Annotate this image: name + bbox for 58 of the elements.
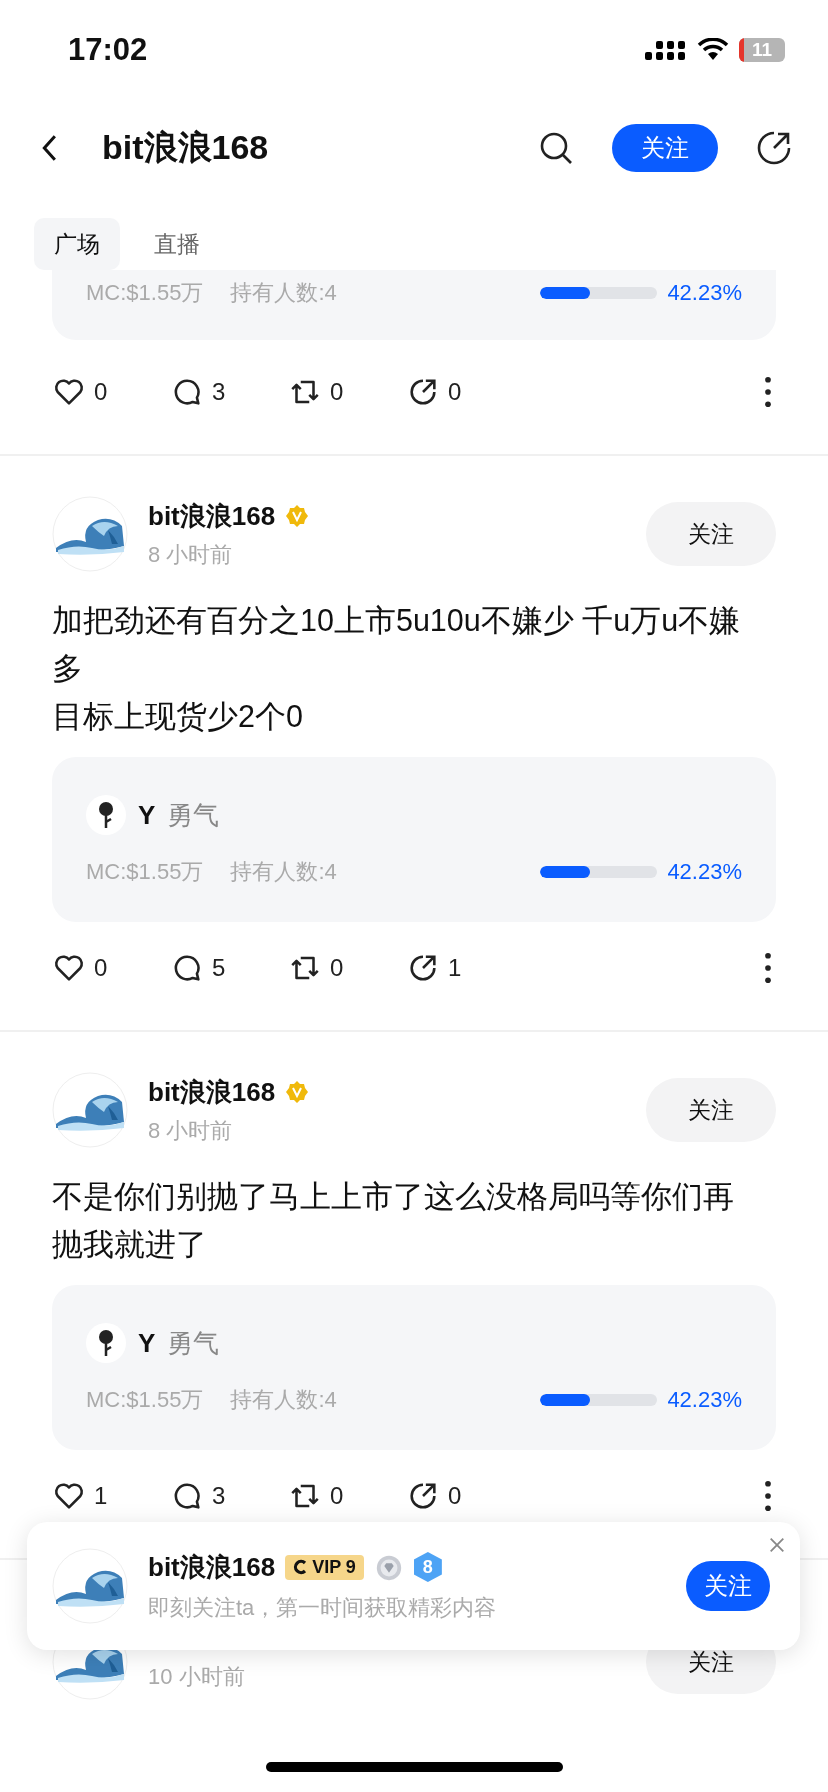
- tab[interactable]: 广场: [34, 218, 120, 270]
- progress-percent: 42.23%: [667, 859, 742, 885]
- follow-button[interactable]: 关注: [686, 1561, 770, 1611]
- token-card[interactable]: MC:$1.55万 持有人数:4 42.23%: [52, 270, 776, 340]
- more-icon[interactable]: [764, 375, 772, 409]
- author-name[interactable]: bit浪浪168: [148, 1074, 276, 1110]
- holders-text: 持有人数:4: [230, 858, 338, 886]
- close-icon[interactable]: [768, 1536, 786, 1554]
- signal-icon: [645, 38, 687, 62]
- vip-badge: VIP 9: [285, 1554, 364, 1580]
- follow-prompt: 即刻关注ta，第一时间获取精彩内容: [148, 1593, 498, 1622]
- post-text: 加把劲还有百分之10上市5u10u不嫌少 千u万u不嫌多: [52, 602, 742, 687]
- level-badge: 8: [413, 1552, 442, 1582]
- like-button[interactable]: 0: [52, 375, 170, 409]
- token-symbol: Y: [138, 799, 156, 831]
- share-button[interactable]: 0: [406, 375, 524, 409]
- market-cap-text: MC:$1.55万: [86, 279, 204, 307]
- post-time: 8 小时前: [148, 540, 234, 569]
- comment-button[interactable]: 3: [170, 375, 288, 409]
- comment-button[interactable]: 3: [170, 1479, 288, 1513]
- wifi-icon: [697, 38, 729, 62]
- search-icon[interactable]: [538, 130, 574, 166]
- holders-text: 持有人数:4: [230, 1386, 338, 1414]
- post-time: 8 小时前: [148, 1116, 234, 1145]
- token-name: 勇气: [167, 1326, 220, 1360]
- tab[interactable]: 直播: [134, 218, 220, 270]
- post-time: 10 小时前: [148, 1663, 246, 1691]
- share-button[interactable]: 0: [406, 1479, 524, 1513]
- repost-button[interactable]: 0: [288, 951, 406, 985]
- battery-icon: 11: [739, 38, 785, 62]
- follow-button[interactable]: 关注: [612, 124, 718, 172]
- share-icon[interactable]: [756, 130, 792, 166]
- market-cap-text: MC:$1.55万: [86, 858, 204, 886]
- token-symbol: Y: [138, 1327, 156, 1359]
- follow-button[interactable]: 关注: [646, 502, 776, 566]
- like-button[interactable]: 1: [52, 1479, 170, 1513]
- post-text: 目标上现货少2个0: [52, 698, 304, 735]
- more-icon[interactable]: [764, 1479, 772, 1513]
- token-card[interactable]: Y 勇气 MC:$1.55万 持有人数:4 42.23%: [52, 757, 776, 922]
- progress-percent: 42.23%: [667, 280, 742, 306]
- like-button[interactable]: 0: [52, 951, 170, 985]
- market-cap-text: MC:$1.55万: [86, 1386, 204, 1414]
- page-title: bit浪浪168: [102, 127, 270, 168]
- post-text: 不是你们别抛了马上上市了这么没格局吗等你们再抛我就进了: [52, 1178, 735, 1263]
- repost-button[interactable]: 0: [288, 1479, 406, 1513]
- status-time: 17:02: [68, 32, 148, 68]
- follow-button[interactable]: 关注: [646, 1078, 776, 1142]
- author-name[interactable]: bit浪浪168: [148, 498, 276, 534]
- back-icon[interactable]: [40, 134, 58, 162]
- token-name: 勇气: [167, 798, 220, 832]
- progress-percent: 42.23%: [667, 1387, 742, 1413]
- author-name: bit浪浪168: [148, 1550, 276, 1584]
- share-button[interactable]: 1: [406, 951, 524, 985]
- repost-button[interactable]: 0: [288, 375, 406, 409]
- more-icon[interactable]: [764, 951, 772, 985]
- token-card[interactable]: Y 勇气 MC:$1.55万 持有人数:4 42.23%: [52, 1285, 776, 1450]
- comment-button[interactable]: 5: [170, 951, 288, 985]
- holders-text: 持有人数:4: [230, 279, 338, 307]
